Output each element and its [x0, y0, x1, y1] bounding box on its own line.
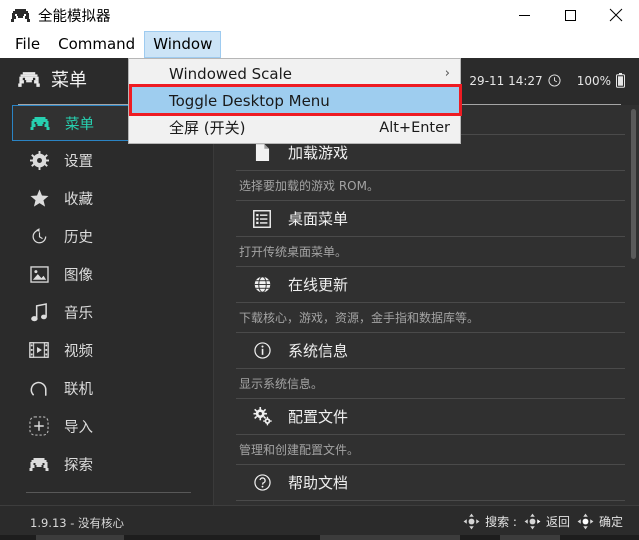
sidebar-item-label: 图像 — [64, 267, 93, 284]
hint-search[interactable]: 搜索 : — [463, 513, 517, 530]
sidebar-item-label: 菜单 — [65, 116, 94, 133]
content-item-information[interactable]: 系统信息 — [236, 333, 625, 369]
netplay-icon — [26, 379, 52, 398]
sidebar-item-label: 视频 — [64, 343, 93, 360]
menu-item-label: Windowed Scale — [169, 64, 293, 83]
music-icon — [26, 302, 52, 322]
history-icon — [26, 227, 52, 246]
dpad-icon — [463, 513, 480, 530]
maximize-button[interactable] — [547, 0, 593, 30]
image-icon — [26, 265, 52, 283]
content-item-online-updater[interactable]: 在线更新 — [236, 267, 625, 303]
star-icon — [26, 189, 52, 207]
content-item-configurations[interactable]: 配置文件 — [236, 399, 625, 435]
window-title: 全能模拟器 — [38, 8, 111, 25]
sidebar-divider — [26, 492, 191, 493]
menu-item-label: 全屏 (开关) — [169, 119, 246, 137]
clock-icon — [548, 74, 561, 87]
sidebar-item-images[interactable]: 图像 — [12, 255, 201, 293]
menu-item-accelerator: Alt+Enter — [379, 119, 450, 136]
file-icon — [250, 143, 274, 162]
titlebar: 全能模拟器 — [0, 0, 639, 30]
menu-item-fullscreen[interactable]: 全屏 (开关) Alt+Enter — [129, 114, 460, 141]
taskbar-sliver — [0, 535, 639, 540]
dpad-icon — [524, 513, 541, 530]
body: 菜单 设置 收藏 历史 图像 音乐 视频 联机 导入 探索 加载游戏 选择要加载… — [0, 105, 639, 529]
invader-icon — [27, 116, 53, 131]
menubar: File Command Window — [0, 30, 639, 58]
invader-icon — [26, 457, 52, 472]
menu-item-toggle-desktop-menu[interactable]: Toggle Desktop Menu — [129, 87, 460, 114]
menu-item-label: Toggle Desktop Menu — [169, 91, 330, 110]
app-window: 全能模拟器 File Command Window 菜单 29-11 14:27… — [0, 0, 639, 540]
content-panel: 选择使用的模拟器核心。 加载游戏 选择要加载的游戏 ROM。 — [214, 105, 639, 505]
hint-label: 确定 — [598, 515, 623, 529]
content-item-label: 系统信息 — [288, 342, 349, 360]
sidebar-item-settings[interactable]: 设置 — [12, 141, 201, 179]
sidebar-item-label: 联机 — [64, 381, 93, 398]
sidebar-item-favorites[interactable]: 收藏 — [12, 179, 201, 217]
sidebar-item-explore[interactable]: 探索 — [12, 445, 201, 483]
sidebar-item-netplay[interactable]: 联机 — [12, 369, 201, 407]
sidebar-item-video[interactable]: 视频 — [12, 331, 201, 369]
battery-percent: 100% — [576, 73, 611, 88]
sidebar-item-label: 音乐 — [64, 305, 93, 322]
menu-item-windowed-scale[interactable]: Windowed Scale › — [129, 60, 460, 87]
content-scrollbar[interactable] — [631, 109, 636, 501]
list-item-description: 打开传统桌面菜单。 — [236, 237, 625, 267]
battery-icon — [616, 73, 625, 88]
info-icon — [250, 342, 274, 359]
help-icon — [250, 474, 274, 491]
plus-icon — [26, 416, 52, 436]
list-item-description: 选择要加载的游戏 ROM。 — [236, 171, 625, 201]
content-item-label: 帮助文档 — [288, 474, 349, 492]
scrollbar-thumb[interactable] — [631, 109, 636, 259]
content-item-label: 桌面菜单 — [288, 210, 349, 228]
window-dropdown-menu: Windowed Scale › Toggle Desktop Menu 全屏 … — [128, 58, 462, 144]
sidebar-item-label: 历史 — [64, 229, 93, 246]
content-item-label: 配置文件 — [288, 408, 349, 426]
header-right: 29-11 14:27 100% — [469, 73, 625, 88]
header-left: 菜单 — [18, 66, 87, 92]
page-title: 菜单 — [51, 70, 87, 91]
list-item-description: 管理和创建配置文件。 — [236, 435, 625, 465]
statusbar: 1.9.13 - 没有核心 搜索 : 返回 确定 — [0, 505, 639, 535]
sidebar-item-music[interactable]: 音乐 — [12, 293, 201, 331]
gear-icon — [26, 150, 52, 170]
invader-icon — [18, 71, 40, 88]
content-item-desktop-menu[interactable]: 桌面菜单 — [236, 201, 625, 237]
chevron-right-icon: › — [444, 66, 450, 81]
hint-confirm[interactable]: 确定 — [577, 513, 623, 530]
list-item-description: 下载核心，游戏，资源，金手指和数据库等。 — [236, 303, 625, 333]
sidebar-item-import[interactable]: 导入 — [12, 407, 201, 445]
hint-back[interactable]: 返回 — [524, 513, 570, 530]
sidebar-item-history[interactable]: 历史 — [12, 217, 201, 255]
minimize-button[interactable] — [501, 0, 547, 30]
statusbar-hints: 搜索 : 返回 确定 — [463, 513, 623, 530]
list-item-description: 显示系统信息。 — [236, 369, 625, 399]
close-button[interactable] — [593, 0, 639, 30]
menubar-item-command[interactable]: Command — [49, 31, 144, 58]
sidebar-item-label: 导入 — [64, 419, 93, 436]
content-item-help[interactable]: 帮助文档 — [236, 465, 625, 501]
invader-icon — [10, 5, 30, 25]
globe-icon — [250, 276, 274, 293]
content-item-label: 在线更新 — [288, 276, 349, 294]
video-icon — [26, 342, 52, 358]
version-label: 1.9.13 - 没有核心 — [30, 516, 125, 530]
dpad-icon — [577, 513, 594, 530]
hint-label: 搜索 : — [485, 515, 517, 529]
sidebar-item-label: 收藏 — [64, 191, 93, 208]
sidebar: 菜单 设置 收藏 历史 图像 音乐 视频 联机 导入 探索 — [0, 105, 213, 529]
hint-label: 返回 — [545, 515, 570, 529]
menubar-item-window[interactable]: Window — [144, 30, 222, 58]
content-item-label: 加载游戏 — [288, 144, 349, 162]
sidebar-item-label: 设置 — [64, 153, 93, 170]
menubar-item-file[interactable]: File — [6, 31, 49, 58]
header-datetime: 29-11 14:27 — [469, 73, 543, 88]
sidebar-item-label: 探索 — [64, 457, 93, 474]
config-icon — [250, 407, 274, 426]
listbox-icon — [250, 209, 274, 228]
